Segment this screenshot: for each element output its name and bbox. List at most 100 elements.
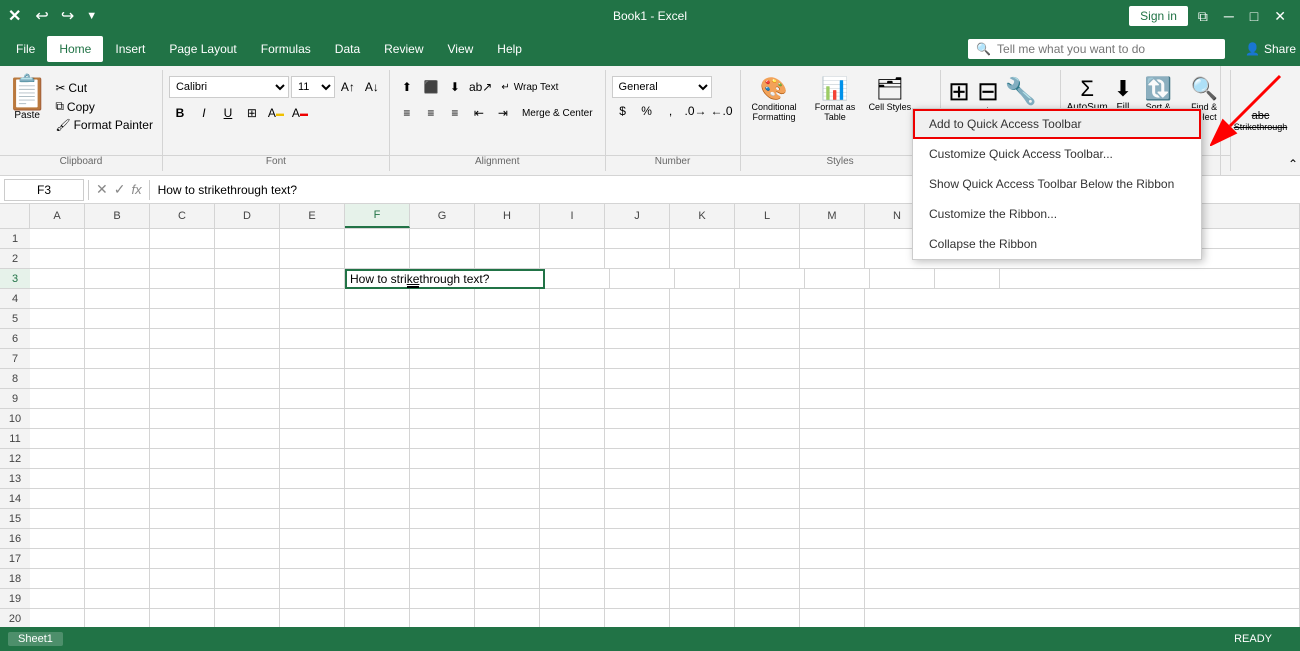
cell-f16[interactable]: [345, 529, 410, 549]
cell-l15[interactable]: [735, 509, 800, 529]
cell-i4[interactable]: [540, 289, 605, 309]
cell-h5[interactable]: [475, 309, 540, 329]
row-num-7[interactable]: 7: [0, 349, 30, 369]
cell-l1[interactable]: [735, 229, 800, 249]
cell-l6[interactable]: [735, 329, 800, 349]
cell-d2[interactable]: [215, 249, 280, 269]
cell-m13[interactable]: [800, 469, 865, 489]
menu-home[interactable]: Home: [47, 36, 103, 62]
menu-insert[interactable]: Insert: [103, 36, 157, 62]
cell-g18[interactable]: [410, 569, 475, 589]
cell-l5[interactable]: [735, 309, 800, 329]
cell-b15[interactable]: [85, 509, 150, 529]
cell-e7[interactable]: [280, 349, 345, 369]
cell-n4[interactable]: [865, 289, 1300, 309]
decrease-decimal-button[interactable]: ←.0: [710, 100, 734, 122]
cell-e2[interactable]: [280, 249, 345, 269]
cell-b16[interactable]: [85, 529, 150, 549]
cell-m7[interactable]: [800, 349, 865, 369]
cell-f15[interactable]: [345, 509, 410, 529]
cell-c1[interactable]: [150, 229, 215, 249]
fx-icon[interactable]: fx: [131, 182, 141, 197]
cell-i19[interactable]: [540, 589, 605, 609]
cell-k10[interactable]: [670, 409, 735, 429]
cell-m10[interactable]: [800, 409, 865, 429]
row-num-11[interactable]: 11: [0, 429, 30, 449]
cell-d9[interactable]: [215, 389, 280, 409]
col-header-a[interactable]: A: [30, 204, 85, 228]
format-as-table-button[interactable]: 📊 Format as Table: [808, 76, 863, 122]
cell-n10[interactable]: [865, 409, 1300, 429]
cell-h17[interactable]: [475, 549, 540, 569]
cell-k2[interactable]: [670, 249, 735, 269]
cell-k4[interactable]: [670, 289, 735, 309]
cell-l18[interactable]: [735, 569, 800, 589]
cell-m15[interactable]: [800, 509, 865, 529]
cell-f10[interactable]: [345, 409, 410, 429]
cell-b14[interactable]: [85, 489, 150, 509]
cell-e15[interactable]: [280, 509, 345, 529]
cell-a7[interactable]: [30, 349, 85, 369]
cell-f17[interactable]: [345, 549, 410, 569]
cell-h15[interactable]: [475, 509, 540, 529]
row-num-10[interactable]: 10: [0, 409, 30, 429]
cell-e12[interactable]: [280, 449, 345, 469]
cell-a5[interactable]: [30, 309, 85, 329]
cell-i10[interactable]: [540, 409, 605, 429]
font-color-button[interactable]: A▬: [289, 102, 311, 124]
cell-f5[interactable]: [345, 309, 410, 329]
cell-b17[interactable]: [85, 549, 150, 569]
row-num-3[interactable]: 3: [0, 269, 30, 289]
cell-m4[interactable]: [800, 289, 865, 309]
cell-b18[interactable]: [85, 569, 150, 589]
cell-c15[interactable]: [150, 509, 215, 529]
cell-a8[interactable]: [30, 369, 85, 389]
cell-n11[interactable]: [865, 429, 1300, 449]
cell-d18[interactable]: [215, 569, 280, 589]
align-right-button[interactable]: ≡: [444, 102, 466, 124]
cell-n19[interactable]: [865, 589, 1300, 609]
cell-a12[interactable]: [30, 449, 85, 469]
cell-g3[interactable]: [545, 269, 610, 289]
conditional-formatting-button[interactable]: 🎨 Conditional Formatting: [747, 76, 802, 122]
cell-h1[interactable]: [475, 229, 540, 249]
cell-g12[interactable]: [410, 449, 475, 469]
cell-j2[interactable]: [605, 249, 670, 269]
col-header-l[interactable]: L: [735, 204, 800, 228]
cell-c11[interactable]: [150, 429, 215, 449]
cell-g5[interactable]: [410, 309, 475, 329]
cell-b19[interactable]: [85, 589, 150, 609]
context-menu-item-customize-toolbar[interactable]: Customize Quick Access Toolbar...: [913, 139, 1201, 169]
cell-j10[interactable]: [605, 409, 670, 429]
cell-e18[interactable]: [280, 569, 345, 589]
cell-d16[interactable]: [215, 529, 280, 549]
cell-l11[interactable]: [735, 429, 800, 449]
cell-i9[interactable]: [540, 389, 605, 409]
cell-l9[interactable]: [735, 389, 800, 409]
cell-h16[interactable]: [475, 529, 540, 549]
cell-g20[interactable]: [410, 609, 475, 627]
cell-g4[interactable]: [410, 289, 475, 309]
cell-k14[interactable]: [670, 489, 735, 509]
cell-c16[interactable]: [150, 529, 215, 549]
cell-k3[interactable]: [805, 269, 870, 289]
cut-button[interactable]: ✂ Cut: [52, 80, 156, 96]
cell-g15[interactable]: [410, 509, 475, 529]
cell-k7[interactable]: [670, 349, 735, 369]
italic-button[interactable]: I: [193, 102, 215, 124]
cell-f13[interactable]: [345, 469, 410, 489]
cell-i12[interactable]: [540, 449, 605, 469]
cell-j15[interactable]: [605, 509, 670, 529]
col-header-j[interactable]: J: [605, 204, 670, 228]
window-options-button[interactable]: ⧉: [1192, 6, 1214, 27]
cell-j7[interactable]: [605, 349, 670, 369]
cell-h4[interactable]: [475, 289, 540, 309]
cell-i8[interactable]: [540, 369, 605, 389]
fill-color-button[interactable]: A▬: [265, 102, 287, 124]
sheet-tab[interactable]: Sheet1: [8, 632, 63, 646]
cell-c10[interactable]: [150, 409, 215, 429]
format-painter-button[interactable]: 🖌 Format Painter: [52, 117, 156, 133]
accounting-format-button[interactable]: $: [612, 100, 634, 122]
copy-button[interactable]: ⧉ Copy: [52, 98, 156, 115]
col-header-e[interactable]: E: [280, 204, 345, 228]
